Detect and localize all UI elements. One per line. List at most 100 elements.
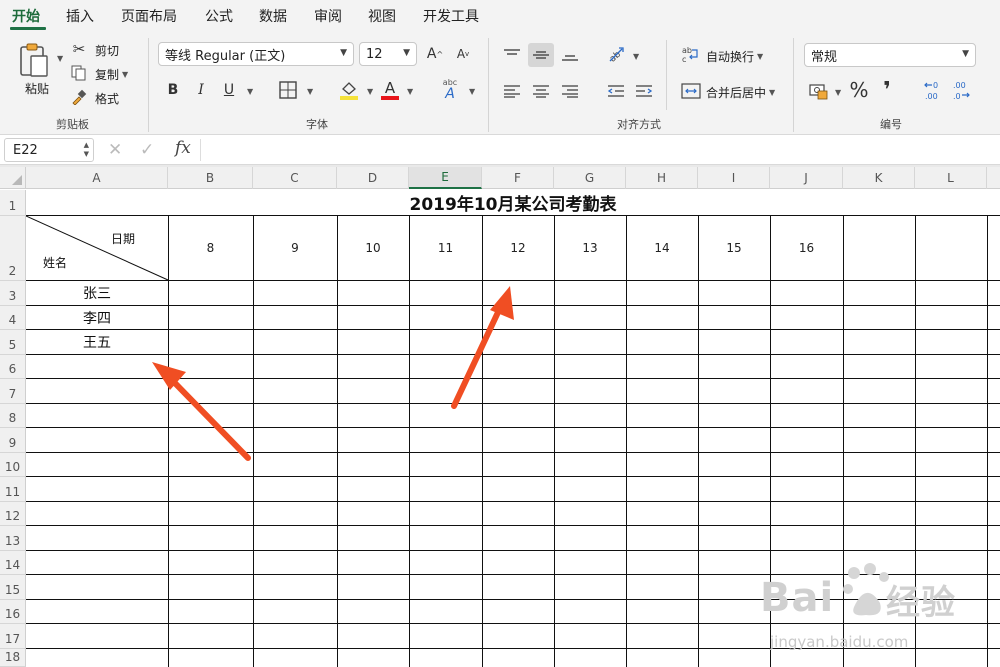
day-cell-16[interactable]: 16 <box>770 216 843 280</box>
number-format-select[interactable]: 常规 ▼ <box>804 43 976 67</box>
wrap-text-icon[interactable]: ab c <box>680 44 702 66</box>
accounting-format-icon[interactable] <box>808 80 830 102</box>
column-header-g[interactable]: G <box>554 167 626 189</box>
row-header-16[interactable]: 16 <box>0 600 26 624</box>
row-header-18[interactable]: 18 <box>0 649 26 667</box>
tab-home[interactable]: 开始 <box>12 6 40 26</box>
scissors-icon[interactable]: ✂ <box>70 40 88 58</box>
tab-data[interactable]: 数据 <box>259 6 287 26</box>
day-cell-9[interactable]: 9 <box>253 216 337 280</box>
paste-label[interactable]: 粘贴 <box>25 80 49 97</box>
merge-dropdown-caret[interactable]: ▼ <box>769 88 775 97</box>
align-top-icon[interactable] <box>500 44 524 66</box>
row-header-1[interactable]: 1 <box>0 190 26 216</box>
percent-style-button[interactable]: % <box>848 78 870 102</box>
italic-button[interactable]: I <box>192 80 210 100</box>
tab-page-layout[interactable]: 页面布局 <box>121 6 177 26</box>
phonetic-dropdown-caret[interactable]: ▼ <box>469 87 475 96</box>
day-cell-15[interactable]: 15 <box>698 216 770 280</box>
phonetic-guide-icon[interactable]: abc A <box>438 78 462 102</box>
column-header-f[interactable]: F <box>482 167 554 189</box>
paste-dropdown-caret[interactable]: ▼ <box>57 54 63 63</box>
column-header-b[interactable]: B <box>168 167 253 189</box>
row-header-4[interactable]: 4 <box>0 306 26 330</box>
column-header-h[interactable]: H <box>626 167 698 189</box>
format-painter-button[interactable]: 格式 <box>95 90 119 107</box>
align-center-icon[interactable] <box>529 80 553 102</box>
tab-insert[interactable]: 插入 <box>66 6 94 26</box>
insert-function-icon[interactable]: fx <box>175 138 191 158</box>
day-cell-8[interactable]: 8 <box>168 216 253 280</box>
column-header-j[interactable]: J <box>770 167 843 189</box>
increase-font-size-icon[interactable]: A ^ <box>425 44 445 64</box>
comma-style-button[interactable]: ❜ <box>877 78 897 103</box>
format-painter-icon[interactable] <box>70 88 88 106</box>
font-size-select[interactable]: 12 ▼ <box>359 42 417 66</box>
day-cell-14[interactable]: 14 <box>626 216 698 280</box>
column-header-l[interactable]: L <box>915 167 987 189</box>
decrease-decimal-icon[interactable]: .00.0 <box>950 78 974 104</box>
day-cell-12[interactable]: 12 <box>482 216 554 280</box>
decrease-indent-icon[interactable] <box>604 80 628 102</box>
day-cell-11[interactable]: 11 <box>409 216 482 280</box>
accounting-dropdown-caret[interactable]: ▼ <box>835 88 841 97</box>
column-header-a[interactable]: A <box>26 167 168 189</box>
select-all-corner[interactable] <box>0 167 26 189</box>
day-cell-10[interactable]: 10 <box>337 216 409 280</box>
borders-icon[interactable] <box>278 80 298 100</box>
decrease-font-size-icon[interactable]: Av <box>453 44 473 64</box>
cut-button[interactable]: 剪切 <box>95 42 119 59</box>
sheet-title-cell[interactable]: 2019年10月某公司考勤表 <box>26 190 1000 215</box>
font-color-icon[interactable]: A <box>380 78 400 102</box>
name-box[interactable]: E22 ▲ ▼ <box>4 138 94 162</box>
wrap-text-button[interactable]: 自动换行 ▼ <box>706 48 763 65</box>
align-bottom-icon[interactable] <box>558 44 582 66</box>
fill-color-dropdown-caret[interactable]: ▼ <box>367 87 373 96</box>
bold-button[interactable]: B <box>164 80 182 100</box>
align-right-icon[interactable] <box>558 80 582 102</box>
tab-formulas[interactable]: 公式 <box>205 6 233 26</box>
name-box-spinner-icon[interactable]: ▲ ▼ <box>84 141 89 159</box>
copy-button[interactable]: 复制 ▼ <box>95 66 128 83</box>
increase-indent-icon[interactable] <box>632 80 656 102</box>
font-color-dropdown-caret[interactable]: ▼ <box>407 87 413 96</box>
underline-dropdown-caret[interactable]: ▼ <box>247 87 253 96</box>
row-header-10[interactable]: 10 <box>0 453 26 477</box>
row-header-7[interactable]: 7 <box>0 379 26 404</box>
fill-color-icon[interactable] <box>338 78 360 102</box>
column-header-i[interactable]: I <box>698 167 770 189</box>
copy-dropdown-caret[interactable]: ▼ <box>122 70 128 79</box>
wrap-text-dropdown-caret[interactable]: ▼ <box>757 52 763 61</box>
row-header-6[interactable]: 6 <box>0 355 26 379</box>
row-header-9[interactable]: 9 <box>0 428 26 453</box>
increase-decimal-icon[interactable]: 0.00 <box>922 78 946 104</box>
column-header-k[interactable]: K <box>843 167 915 189</box>
row-header-12[interactable]: 12 <box>0 502 26 526</box>
row-header-2[interactable]: 2 <box>0 216 26 281</box>
tab-view[interactable]: 视图 <box>368 6 396 26</box>
row-header-17[interactable]: 17 <box>0 624 26 649</box>
day-cell-13[interactable]: 13 <box>554 216 626 280</box>
row-header-14[interactable]: 14 <box>0 551 26 575</box>
merge-center-button[interactable]: 合并后居中 ▼ <box>706 84 775 101</box>
orientation-icon[interactable]: ab <box>604 42 628 66</box>
row-header-8[interactable]: 8 <box>0 404 26 428</box>
borders-dropdown-caret[interactable]: ▼ <box>307 87 313 96</box>
orientation-dropdown-caret[interactable]: ▼ <box>633 52 639 61</box>
column-header-d[interactable]: D <box>337 167 409 189</box>
tab-review[interactable]: 审阅 <box>314 6 342 26</box>
underline-button[interactable]: U <box>220 80 238 100</box>
copy-icon[interactable] <box>70 64 88 82</box>
tab-developer[interactable]: 开发工具 <box>423 6 479 26</box>
row-header-3[interactable]: 3 <box>0 281 26 306</box>
column-header-e[interactable]: E <box>409 167 482 189</box>
align-middle-icon[interactable] <box>528 43 554 67</box>
row-header-5[interactable]: 5 <box>0 330 26 355</box>
align-left-icon[interactable] <box>500 80 524 102</box>
merge-center-icon[interactable] <box>680 80 702 102</box>
row-header-13[interactable]: 13 <box>0 526 26 551</box>
confirm-entry-icon[interactable]: ✓ <box>140 140 154 160</box>
paste-icon[interactable] <box>14 40 54 82</box>
row-header-15[interactable]: 15 <box>0 575 26 600</box>
row-header-11[interactable]: 11 <box>0 477 26 502</box>
